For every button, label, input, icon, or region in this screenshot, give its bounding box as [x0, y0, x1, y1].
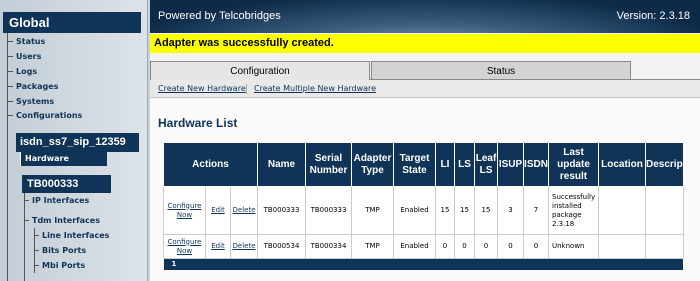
hardware-table: Actions Name Serial Number Adapter Type … [163, 142, 684, 270]
column-header-serial[interactable]: Serial Number [305, 142, 352, 187]
table-row: Configure Now Edit Delete TB000534 TB000… [163, 234, 684, 259]
cell-isdn: 7 [523, 186, 549, 235]
cell-leaf-ls: 0 [474, 234, 498, 259]
table-row: Configure Now Edit Delete TB000333 TB000… [163, 186, 684, 235]
column-header-leaf-ls[interactable]: Leaf LS [474, 142, 498, 187]
cell-li: 0 [435, 234, 455, 259]
brand-text: Powered by Telcobridges [158, 10, 281, 22]
column-header-isdn[interactable]: ISDN [523, 142, 549, 187]
success-notice: Adapter was successfully created. [150, 34, 700, 53]
table-footer-row: 1 [163, 258, 684, 270]
cell-description [645, 186, 684, 235]
column-header-adapter-type[interactable]: Adapter Type [351, 142, 394, 187]
cell-location [598, 234, 646, 259]
column-header-actions: Actions [163, 142, 258, 187]
column-header-ls[interactable]: LS [454, 142, 475, 187]
cell-name: TB000534 [257, 234, 306, 259]
create-multiple-hardware-link[interactable]: Create Multiple New Hardware [254, 84, 376, 93]
sidebar-item-hardware[interactable]: Hardware [20, 152, 107, 166]
column-header-li[interactable]: LI [435, 142, 455, 187]
cell-target-state: Enabled [393, 234, 436, 259]
sidebar: Global Status Users Logs Packages System… [0, 0, 148, 281]
sidebar-item-mbi-ports[interactable]: Mbi Ports [34, 259, 85, 273]
column-header-isup[interactable]: ISUP [497, 142, 524, 187]
sidebar-item-status[interactable]: Status [8, 35, 45, 49]
cell-name: TB000333 [257, 186, 306, 235]
tab-bar: Configuration Status [150, 61, 700, 80]
main-panel: Powered by Telcobridges Version: 2.3.18 … [150, 0, 700, 281]
table-header-row: Actions Name Serial Number Adapter Type … [163, 142, 684, 187]
cell-adapter-type: TMP [351, 234, 394, 259]
cell-serial: TB000334 [305, 234, 352, 259]
sub-navigation: Create New Hardware Create Multiple New … [150, 80, 700, 98]
edit-link[interactable]: Edit [205, 234, 231, 259]
top-banner: Powered by Telcobridges Version: 2.3.18 [150, 0, 700, 33]
content-area: Hardware List Actions Name Serial Number… [150, 99, 700, 281]
cell-serial: TB000333 [305, 186, 352, 235]
column-header-last-update[interactable]: Last update result [548, 142, 599, 187]
cell-last-update: Unknown [548, 234, 599, 259]
cell-leaf-ls: 15 [474, 186, 498, 235]
sidebar-item-packages[interactable]: Packages [8, 80, 58, 94]
cell-isdn: 0 [523, 234, 549, 259]
column-header-location[interactable]: Location [598, 142, 646, 187]
sidebar-item-users[interactable]: Users [8, 50, 41, 64]
configure-now-link[interactable]: Configure Now [163, 186, 206, 235]
sidebar-config-title[interactable]: isdn_ss7_sip_12359 [16, 133, 139, 152]
sidebar-item-line-interfaces[interactable]: Line Interfaces [34, 229, 109, 243]
version-text: Version: 2.3.18 [616, 10, 690, 22]
sidebar-device-title[interactable]: TB000333 [22, 175, 111, 193]
sidebar-title-global[interactable]: Global [3, 12, 141, 33]
sidebar-links: Status Users Logs Packages Systems Confi… [7, 33, 141, 125]
cell-ls: 0 [454, 234, 475, 259]
edit-link[interactable]: Edit [205, 186, 231, 235]
column-header-name[interactable]: Name [257, 142, 306, 187]
sidebar-item-bits-ports[interactable]: Bits Ports [34, 244, 86, 258]
cell-ls: 15 [454, 186, 475, 235]
tab-configuration[interactable]: Configuration [150, 61, 370, 80]
column-header-description[interactable]: Descrip [645, 142, 684, 187]
sidebar-item-systems[interactable]: Systems [8, 95, 54, 109]
cell-last-update: Successfully installed package 2.3.18 [548, 186, 599, 235]
cell-location [598, 186, 646, 235]
section-title: Hardware List [158, 116, 238, 130]
sidebar-item-logs[interactable]: Logs [8, 65, 37, 79]
cell-isup: 0 [497, 234, 524, 259]
tab-status[interactable]: Status [371, 61, 631, 80]
divider [246, 84, 247, 94]
page-number[interactable]: 1 [163, 258, 684, 270]
cell-target-state: Enabled [393, 186, 436, 235]
sidebar-item-ip-interfaces[interactable]: IP Interfaces [24, 194, 89, 208]
cell-li: 15 [435, 186, 455, 235]
delete-link[interactable]: Delete [230, 186, 258, 235]
sidebar-item-configurations[interactable]: Configurations [8, 109, 82, 123]
sidebar-item-tdm-interfaces[interactable]: Tdm Interfaces [24, 214, 100, 228]
create-new-hardware-link[interactable]: Create New Hardware [158, 84, 246, 93]
configure-now-link[interactable]: Configure Now [163, 234, 206, 259]
column-header-target-state[interactable]: Target State [393, 142, 436, 187]
cell-adapter-type: TMP [351, 186, 394, 235]
cell-isup: 3 [497, 186, 524, 235]
cell-description [645, 234, 684, 259]
delete-link[interactable]: Delete [230, 234, 258, 259]
